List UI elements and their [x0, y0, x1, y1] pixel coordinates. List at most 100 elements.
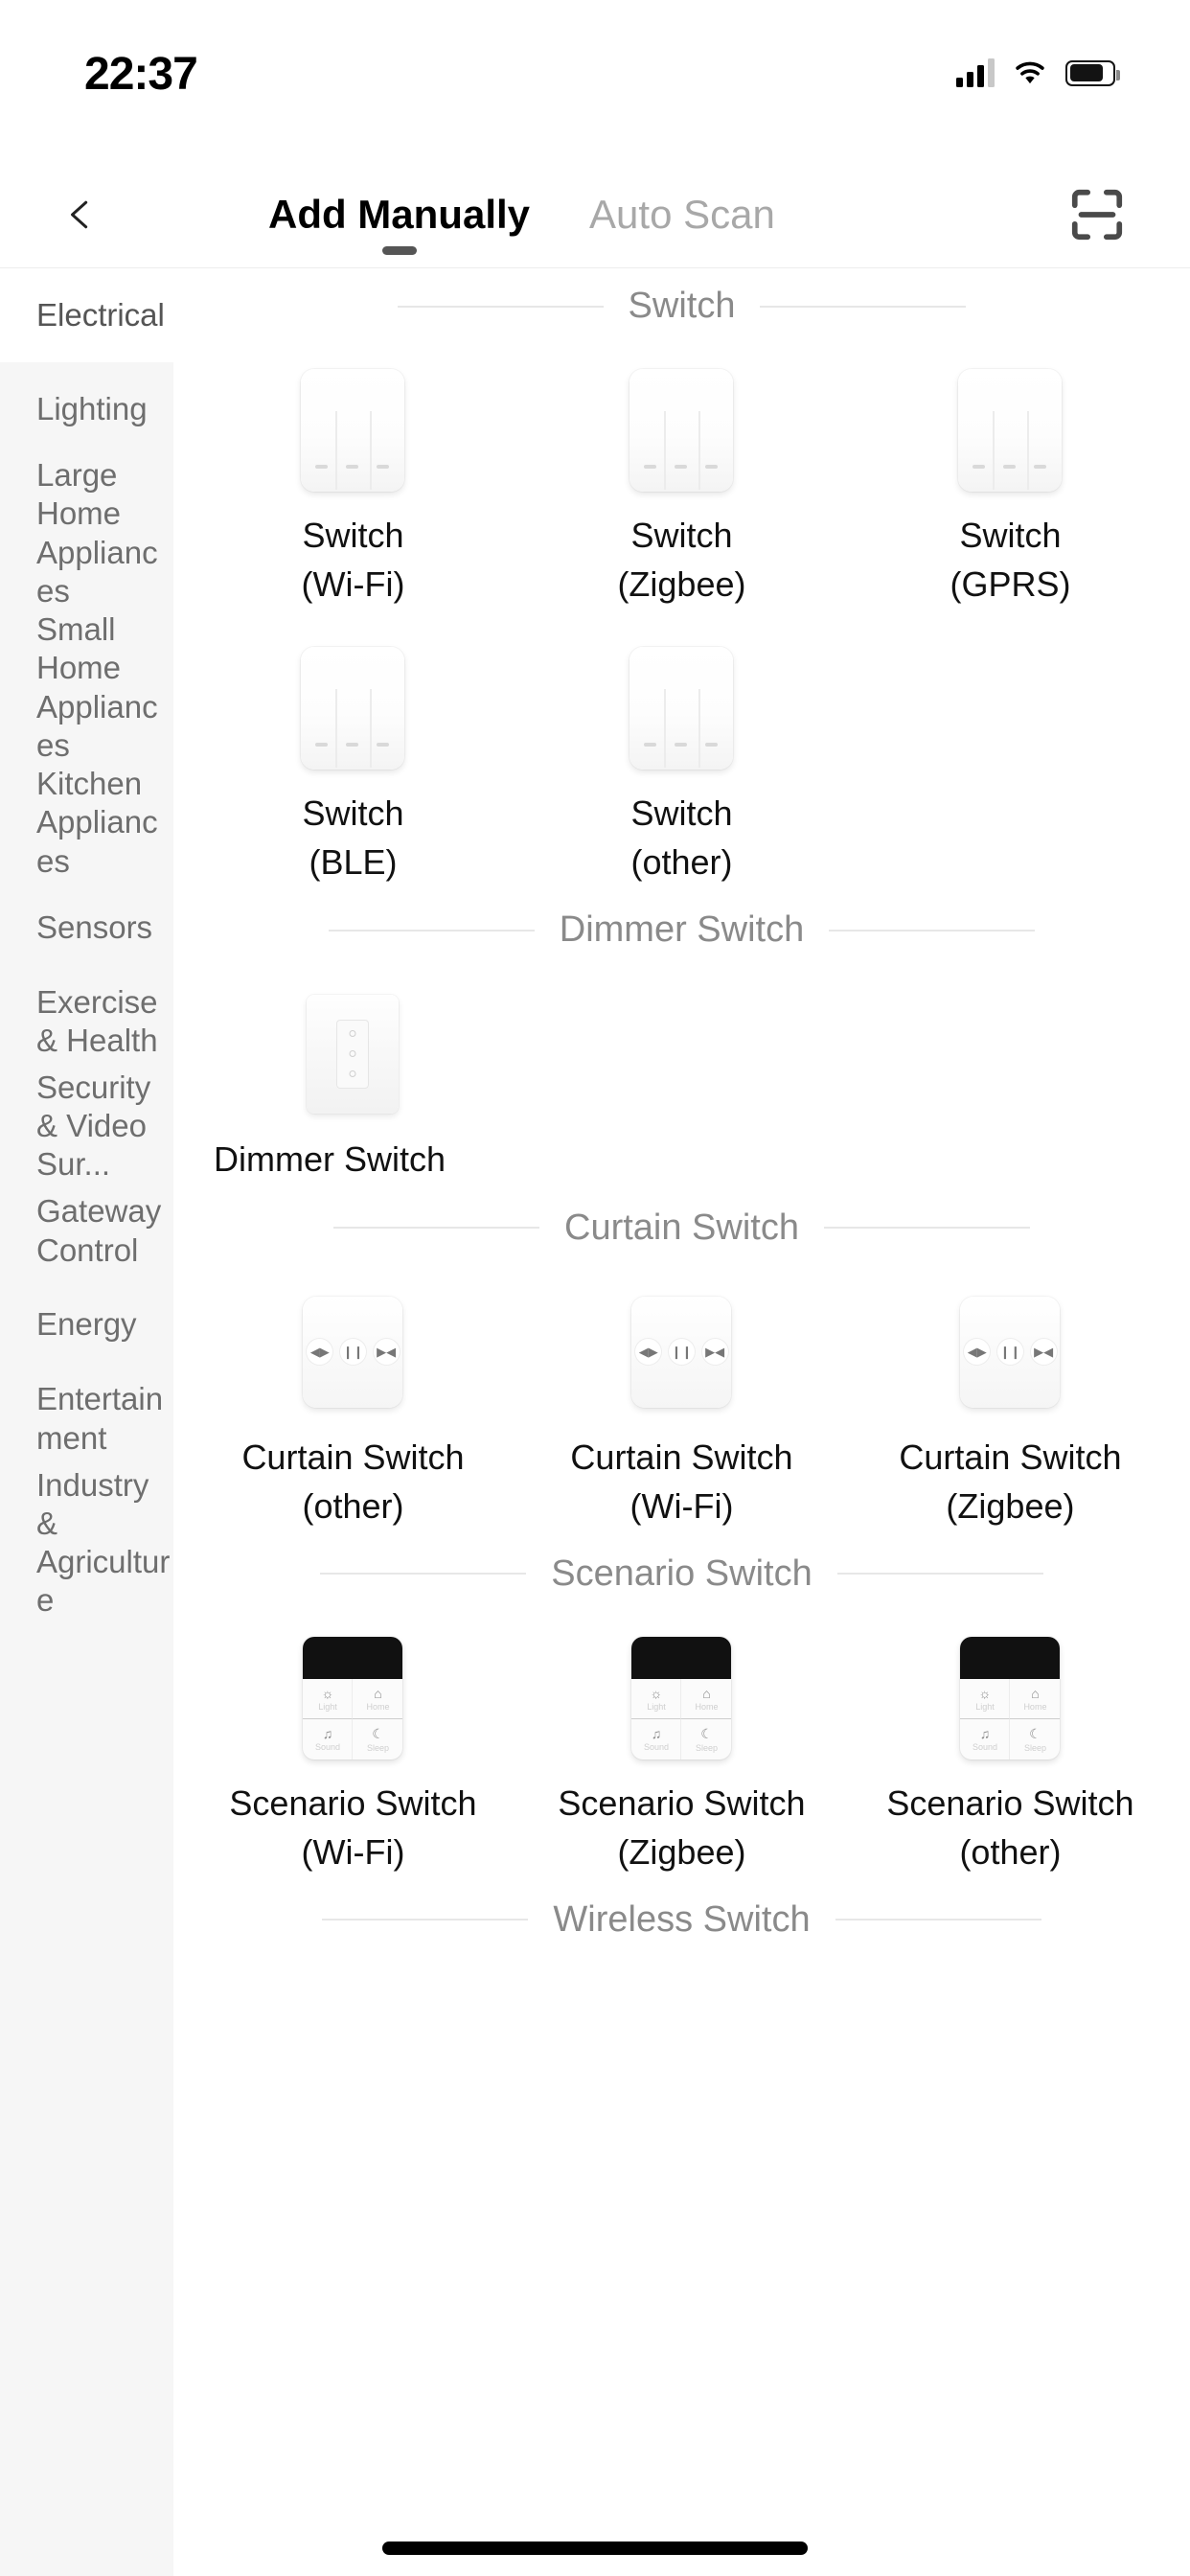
wall-switch-icon	[301, 369, 405, 492]
scenario-quadrant: ⌂ Home	[681, 1679, 732, 1719]
section-rule-right	[835, 1919, 1041, 1921]
sidebar-item-large-home-appliances[interactable]: Large Home Appliances	[0, 456, 173, 610]
sidebar-item-label: Security & Video Sur...	[36, 1069, 151, 1183]
scenario-quadrant: ☼ Light	[631, 1678, 682, 1719]
scenario-glyph: ☾	[700, 1725, 713, 1741]
sidebar-item-label: Lighting	[36, 390, 148, 426]
sidebar-item-electrical[interactable]: Electrical	[0, 268, 173, 362]
back-button[interactable]	[34, 161, 126, 268]
sidebar-item-gateway-control[interactable]: Gateway Control	[0, 1184, 173, 1278]
section-title: Curtain Switch	[564, 1207, 799, 1248]
scenario-quadrant: ☼ Light	[303, 1678, 354, 1719]
sidebar-item-kitchen-appliances[interactable]: Kitchen Appliances	[0, 765, 173, 881]
scenario-glyph: ♫	[651, 1726, 662, 1742]
phone-screen: 22:37 Add Manually Auto Scan Electrical …	[0, 0, 1190, 2576]
scenario-glyph: ☾	[372, 1725, 384, 1741]
chevron-left-icon	[71, 200, 88, 229]
device-card[interactable]: ◀▶ ❙❙ ▶◀ Curtain Switch (Zigbee)	[846, 1258, 1175, 1536]
wifi-icon	[1016, 61, 1044, 84]
scenario-quadrant: ⌂ Home	[1010, 1679, 1061, 1719]
scenario-glyph: ☼	[978, 1685, 992, 1701]
scan-button[interactable]	[1044, 161, 1150, 268]
section-title: Wireless Switch	[553, 1898, 811, 1940]
scenario-quadrant: ♫ Sound	[303, 1718, 354, 1760]
device-card[interactable]: Switch (other)	[517, 614, 846, 892]
sidebar-item-label: Gateway Control	[36, 1193, 162, 1268]
device-label: Switch (Wi-Fi)	[301, 516, 405, 605]
scenario-switch-icon: ☼ Light ⌂ Home ♫ Sound ☾ Sleep	[629, 1636, 733, 1760]
sidebar-item-label: Entertainment	[36, 1381, 164, 1456]
scenario-glyph-label: Sleep	[695, 1742, 718, 1753]
scenario-quadrant: ☾ Sleep	[1010, 1719, 1060, 1760]
sidebar-item-label: Sensors	[36, 908, 153, 945]
scenario-glyph-label: Light	[318, 1701, 337, 1712]
section-rule-left	[328, 929, 535, 932]
scenario-glyph-label: Sound	[643, 1742, 669, 1753]
device-label: Switch (other)	[630, 794, 733, 883]
content-area: Electrical Lighting Large Home Appliances S…	[0, 268, 1190, 2576]
section-header: Curtain Switch	[173, 1208, 1190, 1249]
device-grid: Switch (Wi-Fi) Switch (Zigbee) Switch (GPR…	[173, 336, 1190, 892]
scenario-glyph-label: Sleep	[366, 1742, 389, 1753]
sidebar-item-industry-agriculture[interactable]: Industry & Agriculture	[0, 1466, 173, 1621]
device-card[interactable]: Switch (BLE)	[189, 614, 517, 892]
sidebar-item-exercise-health[interactable]: Exercise & Health	[0, 975, 173, 1069]
device-label: Scenario Switch (Zigbee)	[558, 1782, 806, 1872]
section-header: Scenario Switch	[173, 1553, 1190, 1595]
sidebar-item-lighting[interactable]: Lighting	[0, 362, 173, 456]
status-time: 22:37	[84, 49, 198, 100]
scenario-quadrant: ♫ Sound	[631, 1718, 682, 1760]
scenario-quadrant: ⌂ Home	[353, 1679, 403, 1719]
close-icon: ▶◀	[701, 1339, 728, 1366]
device-card[interactable]: Switch (Zigbee)	[517, 336, 846, 614]
device-list-panel[interactable]: Switch Switch (Wi-Fi) Switch (Zigbee) Switc…	[173, 268, 1190, 2576]
device-label: Curtain Switch (other)	[241, 1437, 465, 1526]
category-sidebar[interactable]: Electrical Lighting Large Home Appliances S…	[0, 268, 173, 2576]
device-label: Scenario Switch (Wi-Fi)	[229, 1782, 477, 1872]
wall-switch-icon	[629, 647, 734, 770]
tab-add-manually[interactable]: Add Manually	[268, 192, 530, 255]
device-card[interactable]: Switch (Wi-Fi)	[189, 336, 517, 614]
device-label: Switch (BLE)	[302, 794, 404, 883]
sidebar-item-security-video-sur[interactable]: Security & Video Sur...	[0, 1069, 173, 1184]
device-card[interactable]: ☼ Light ⌂ Home ♫ Sound ☾ Sleep Scenario Switch (…	[189, 1604, 517, 1882]
sidebar-item-label: Electrical	[36, 296, 165, 333]
device-card[interactable]: ☼ Light ⌂ Home ♫ Sound ☾ Sleep Scenario Switch (…	[517, 1604, 846, 1882]
section-rule-left	[322, 1919, 529, 1921]
section-rule-right	[823, 1227, 1030, 1230]
section-rule-left	[320, 1573, 527, 1576]
scenario-quadrant: ☼ Light	[960, 1678, 1011, 1719]
curtain-switch-icon: ◀▶ ❙❙ ▶◀	[629, 1291, 733, 1414]
tab-auto-scan[interactable]: Auto Scan	[589, 192, 775, 238]
device-card[interactable]: ◀▶ ❙❙ ▶◀ Curtain Switch (Wi-Fi)	[517, 1258, 846, 1536]
scenario-glyph: ☼	[321, 1685, 334, 1701]
sidebar-item-label: Large Home Appliances	[36, 457, 158, 609]
section-rule-left	[333, 1227, 539, 1230]
scenario-switch-icon: ☼ Light ⌂ Home ♫ Sound ☾ Sleep	[958, 1636, 1062, 1760]
device-card[interactable]: ☼ Light ⌂ Home ♫ Sound ☾ Sleep Scenario Switch (…	[846, 1604, 1175, 1882]
open-icon: ◀▶	[307, 1339, 333, 1366]
close-icon: ▶◀	[1030, 1339, 1057, 1366]
sidebar-item-entertainment[interactable]: Entertainment	[0, 1372, 173, 1466]
device-card[interactable]: Dimmer Switch	[189, 960, 517, 1189]
scenario-glyph-label: Home	[695, 1701, 719, 1712]
device-card[interactable]: ◀▶ ❙❙ ▶◀ Curtain Switch (other)	[189, 1258, 517, 1536]
device-label: Dimmer Switch	[214, 1139, 446, 1180]
sidebar-item-small-home-appliances[interactable]: Small Home Appliances	[0, 610, 173, 765]
wall-switch-icon	[629, 369, 734, 492]
device-grid: ◀▶ ❙❙ ▶◀ Curtain Switch (other) ◀▶ ❙❙ ▶◀ Curtai…	[173, 1258, 1190, 1536]
home-indicator	[382, 2542, 808, 2555]
section-title: Switch	[628, 286, 736, 326]
section-rule-right	[836, 1573, 1043, 1576]
section-title: Scenario Switch	[551, 1552, 812, 1594]
tab-auto-scan-label: Auto Scan	[589, 192, 775, 237]
scenario-switch-icon: ☼ Light ⌂ Home ♫ Sound ☾ Sleep	[301, 1636, 404, 1760]
section-rule-right	[760, 305, 967, 308]
device-card[interactable]: Switch (GPRS)	[846, 336, 1175, 614]
tab-bar: Add Manually Auto Scan	[268, 161, 775, 268]
sidebar-item-energy[interactable]: Energy	[0, 1278, 173, 1372]
sidebar-item-label: Energy	[36, 1306, 137, 1343]
sidebar-item-sensors[interactable]: Sensors	[0, 881, 173, 975]
scenario-quadrant: ♫ Sound	[960, 1718, 1011, 1760]
scenario-glyph: ⌂	[374, 1685, 382, 1701]
